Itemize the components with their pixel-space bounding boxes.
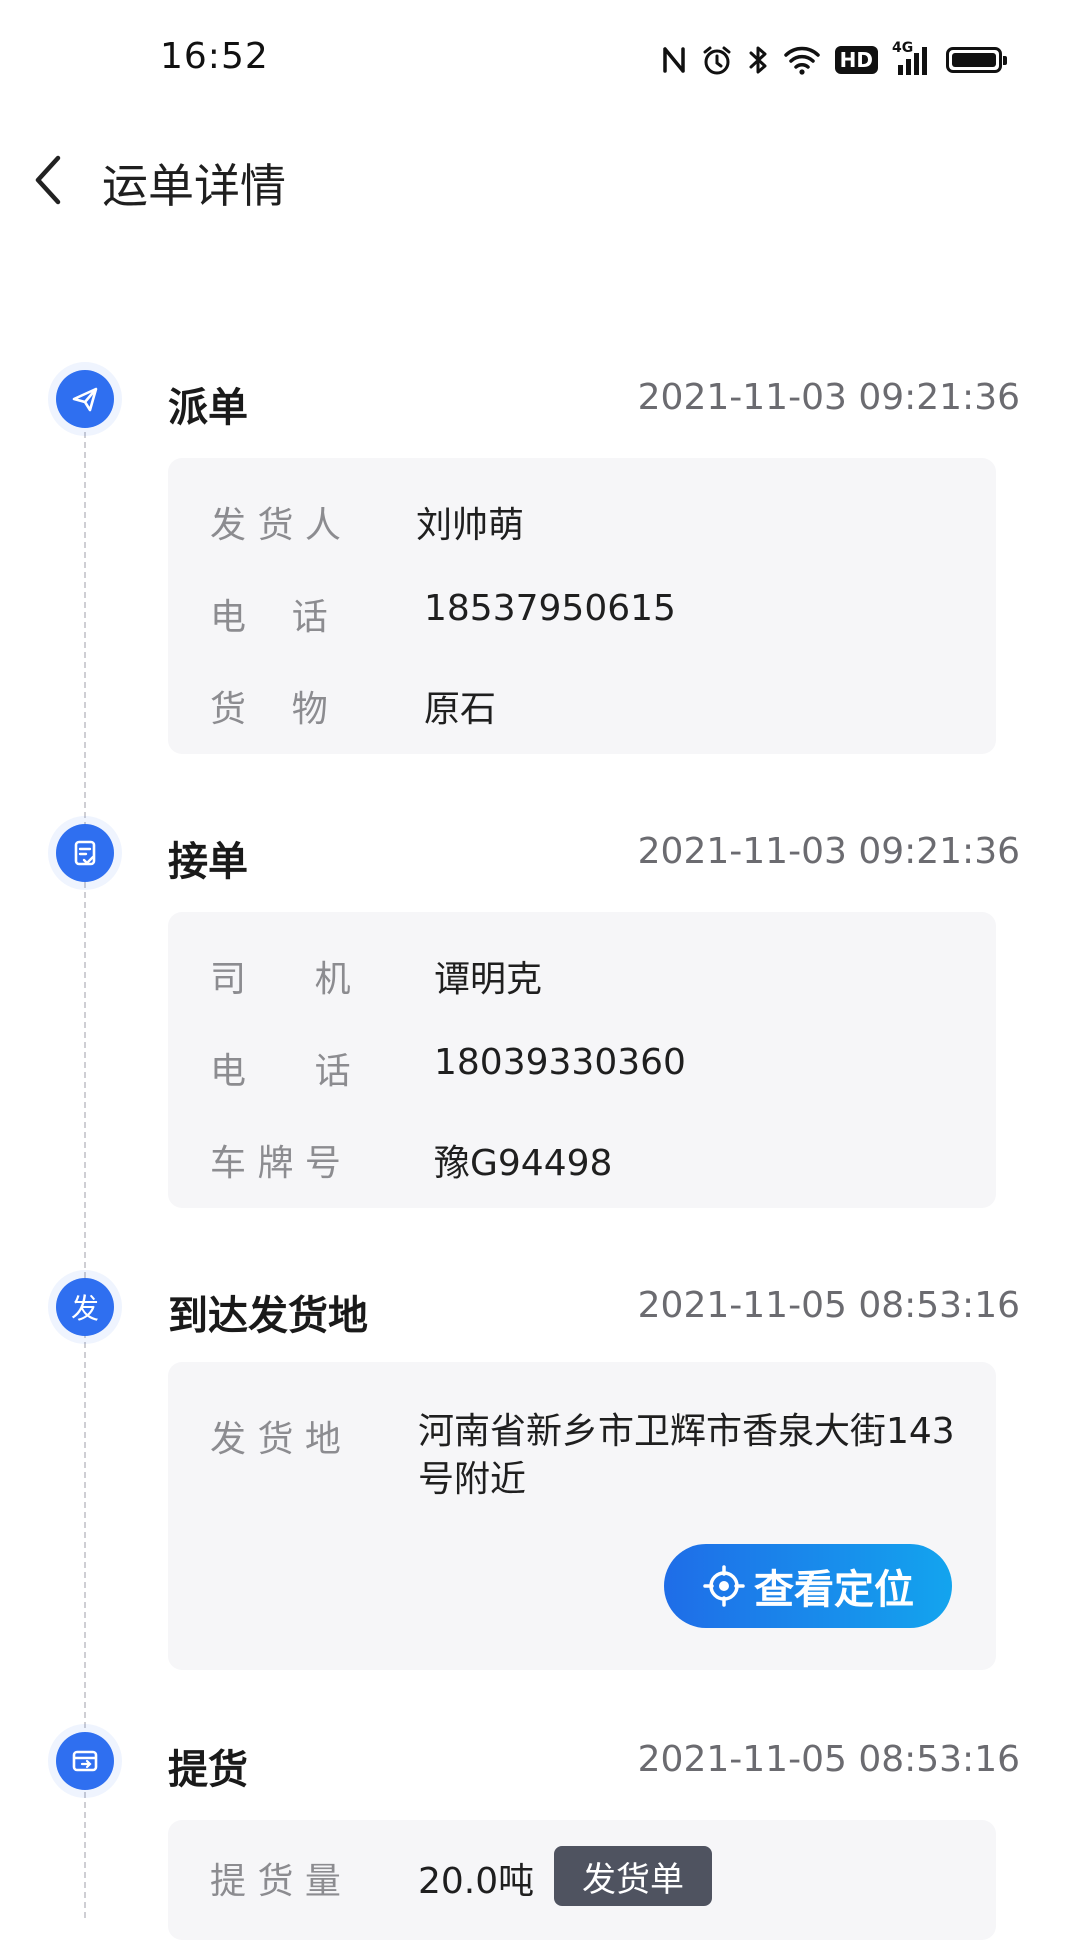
step-card: 发 货 地 河南省新乡市卫辉市香泉大街143号附近 查看定位: [168, 1362, 996, 1670]
info-row: 车 牌 号 豫G94498: [168, 1134, 996, 1184]
row-value: 20.0吨: [418, 1861, 535, 1902]
wifi-icon: [783, 42, 821, 78]
page-title: 运单详情: [102, 159, 286, 213]
phone-value[interactable]: 18039330360: [434, 1042, 686, 1083]
step-time: 2021-11-03 09:21:36: [637, 831, 1020, 872]
chevron-left-icon: [35, 155, 61, 205]
step-title: 派单: [168, 385, 248, 431]
row-value: 原石: [424, 689, 497, 730]
row-label: 货 物: [210, 689, 328, 730]
step-card: 发 货 人 刘帅萌 电 话 18537950615 货 物 原石: [168, 458, 996, 754]
step-title: 到达发货地: [168, 1293, 368, 1339]
nfc-icon: [661, 42, 687, 78]
step-badge-text: 发: [70, 1292, 99, 1325]
row-label: 发 货 人: [210, 505, 341, 546]
info-row: 电 话 18039330360: [168, 1042, 996, 1092]
info-row: 货 物 原石: [168, 680, 996, 730]
info-row: 发 货 人 刘帅萌: [168, 496, 996, 546]
step-time: 2021-11-05 08:53:16: [637, 1285, 1020, 1326]
timeline-line: [84, 432, 86, 1918]
battery-icon: [946, 42, 1007, 78]
order-check-icon: [56, 824, 114, 882]
row-value: 谭明克: [434, 959, 543, 1000]
step-title: 提货: [168, 1747, 248, 1793]
row-label: 司 机: [210, 959, 351, 1000]
row-label: 车 牌 号: [210, 1143, 341, 1184]
row-value: 豫G94498: [434, 1143, 613, 1184]
back-button[interactable]: [18, 150, 78, 210]
step-card: 提 货 量 20.0吨 发货单: [168, 1820, 996, 1940]
send-icon: [56, 370, 114, 428]
nav-header: 运单详情: [0, 120, 1078, 240]
step-badge: 发: [56, 1278, 114, 1336]
status-bar: 16:52 HD 4G: [0, 0, 1078, 110]
signal-4g-icon: 4G: [892, 40, 932, 78]
step-card: 司 机 谭明克 电 话 18039330360 车 牌 号 豫G94498: [168, 912, 996, 1208]
info-row: 电 话 18537950615: [168, 588, 996, 638]
hd-icon: HD: [834, 42, 878, 78]
row-value: 刘帅萌: [416, 505, 525, 546]
waybill-tag-button[interactable]: 发货单: [554, 1846, 712, 1906]
step-title: 接单: [168, 839, 248, 885]
bluetooth-icon: [747, 42, 769, 78]
locate-icon: [703, 1565, 745, 1607]
hd-label: HD: [834, 46, 878, 74]
view-location-button[interactable]: 查看定位: [664, 1544, 952, 1628]
alarm-icon: [701, 42, 733, 78]
pickup-icon: [56, 1732, 114, 1790]
phone-value[interactable]: 18537950615: [424, 588, 676, 629]
row-label: 提 货 量: [210, 1861, 341, 1902]
address-value: 河南省新乡市卫辉市香泉大街143号附近: [418, 1411, 955, 1500]
network-label: 4G: [892, 40, 914, 56]
row-label: 电 话: [210, 1051, 351, 1092]
status-icons: HD 4G: [661, 40, 1007, 80]
info-row: 司 机 谭明克: [168, 950, 996, 1000]
step-time: 2021-11-03 09:21:36: [637, 377, 1020, 418]
view-location-label: 查看定位: [754, 1567, 914, 1613]
status-time: 16:52: [160, 36, 269, 77]
row-label: 发 货 地: [210, 1419, 341, 1460]
step-time: 2021-11-05 08:53:16: [637, 1739, 1020, 1780]
row-label: 电 话: [210, 597, 328, 638]
